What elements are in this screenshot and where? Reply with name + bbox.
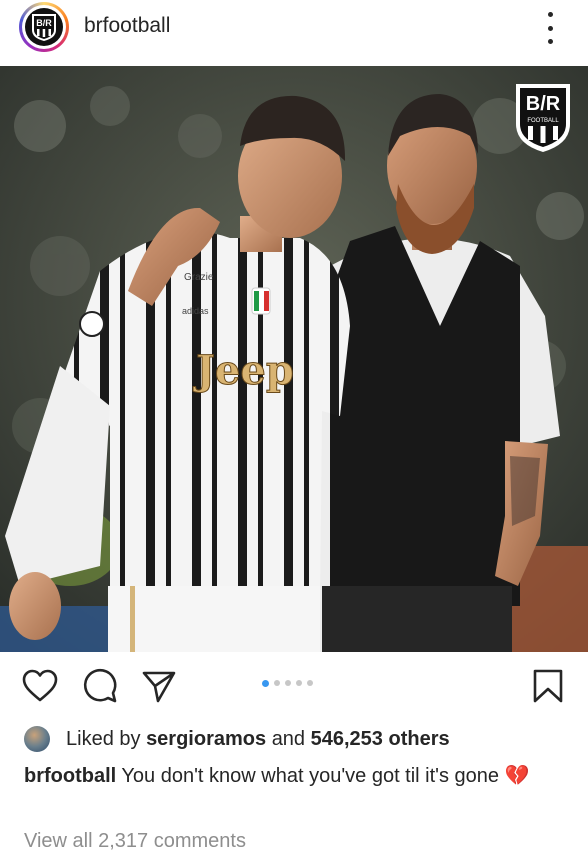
broken-heart-emoji: 💔 [504,765,530,787]
likes-row: Liked by sergioramos and 546,253 others [24,724,450,754]
caption-username[interactable]: brfootball [24,765,116,787]
carousel-dot [296,680,302,686]
carousel-dot [274,680,280,686]
likes-prefix: Liked by [66,727,141,750]
br-watermark-icon: B/R FOOTBALL [516,84,570,152]
carousel-dot [307,680,313,686]
post-caption: brfootball You don't know what you've go… [24,760,544,793]
avatar-text: B/R [36,18,52,28]
carousel-indicator [262,679,313,687]
carousel-dot [285,680,291,686]
comment-icon[interactable] [82,668,118,704]
carousel-dot-active [262,679,269,687]
br-logo-icon: B/R [25,8,63,46]
post-header: B/R brfootball [0,0,588,56]
sleeve-sponsor: Grazie [184,272,214,283]
kit-brand: adidas [182,306,209,316]
post-username[interactable]: brfootball [84,14,170,38]
jersey-sponsor: Jeep [193,347,294,394]
post-image[interactable]: Grazie adidas Jeep B/R FOOTBALL [0,66,588,652]
share-icon[interactable] [141,668,177,704]
liker-avatar[interactable] [24,726,50,752]
view-comments-link[interactable]: View all 2,317 comments [24,830,246,853]
likes-middle: and [271,727,306,750]
liker-username[interactable]: sergioramos [146,728,266,751]
watermark-line1: B/R [526,93,561,115]
bookmark-icon[interactable] [530,668,566,704]
profile-avatar[interactable]: B/R [22,5,66,49]
more-options-icon[interactable] [540,12,560,44]
likes-count[interactable]: 546,253 others [311,728,450,751]
caption-text: You don't know what you've got til it's … [121,765,500,787]
post-actions-bar [0,662,588,710]
heart-icon[interactable] [22,668,58,704]
watermark-line2: FOOTBALL [527,118,559,124]
story-ring[interactable]: B/R [19,2,69,52]
